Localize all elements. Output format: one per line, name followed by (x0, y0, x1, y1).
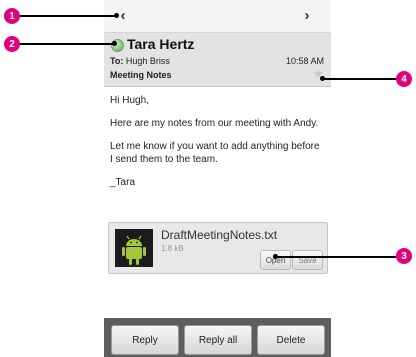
body-paragraph-1: Here are my notes from our meeting with … (110, 118, 319, 129)
reply-all-button[interactable]: Reply all (184, 325, 252, 355)
attachment-card: DraftMeetingNotes.txt 1.8 kB Open Save (108, 222, 328, 274)
message-header: Tara Hertz To: Hugh Briss 10:58 AM Meeti… (104, 33, 331, 87)
callout-2-leader (20, 43, 114, 45)
save-attachment-button[interactable]: Save (292, 250, 323, 270)
callout-2-leader-end (112, 41, 117, 46)
message-body: Hi Hugh, Here are my notes from our meet… (110, 94, 324, 199)
to-label: To: (110, 56, 124, 66)
next-message-icon[interactable]: › (300, 8, 314, 24)
delete-button[interactable]: Delete (257, 325, 325, 355)
sender-name: Tara Hertz (127, 36, 195, 52)
recipient-line: To: Hugh Briss (110, 56, 170, 66)
callout-3: 3 (396, 248, 412, 264)
callout-1-leader-end (114, 13, 119, 18)
android-robot-icon (115, 229, 153, 267)
callout-3-leader-end (273, 254, 278, 259)
callout-2: 2 (4, 36, 20, 52)
open-attachment-button[interactable]: Open (260, 250, 291, 270)
attachment-filename: DraftMeetingNotes.txt (161, 228, 278, 242)
message-navigation-bar: ‹ › (104, 0, 331, 33)
attachment-size: 1.8 kB (161, 244, 184, 253)
callout-4-leader (322, 78, 396, 80)
email-viewer-screen: ‹ › Tara Hertz To: Hugh Briss 10:58 AM M… (104, 0, 331, 357)
body-paragraph-2: Let me know if you want to add anything … (110, 141, 320, 165)
callout-1: 1 (4, 8, 20, 24)
message-time: 10:58 AM (285, 56, 324, 66)
recipient-name: Hugh Briss (125, 56, 170, 66)
message-subject: Meeting Notes (110, 70, 172, 80)
action-bar: Reply Reply all Delete (104, 318, 331, 357)
callout-4: 4 (396, 71, 412, 87)
body-greeting: Hi Hugh, (110, 95, 149, 106)
callout-3-leader (275, 256, 396, 258)
reply-button[interactable]: Reply (111, 325, 179, 355)
callout-4-leader-end (320, 76, 325, 81)
body-signature: _Tara (110, 177, 136, 188)
callout-1-leader (20, 15, 116, 17)
